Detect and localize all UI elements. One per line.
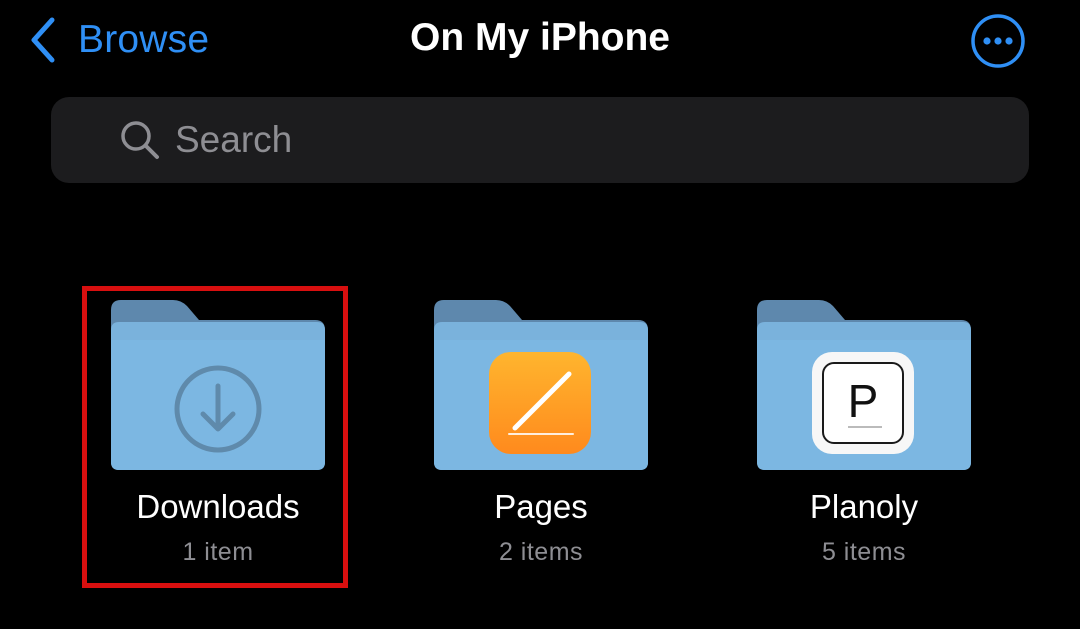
search-input[interactable]: [175, 119, 995, 161]
folder-name: Planoly: [809, 488, 919, 525]
folder-name: Pages: [494, 488, 588, 525]
more-options-button[interactable]: [970, 13, 1026, 69]
search-field[interactable]: [51, 97, 1029, 183]
folder-item-count: 5 items: [821, 538, 907, 566]
navigation-bar: Browse On My iPhone: [0, 0, 1080, 82]
ellipsis-circle-icon: [971, 14, 1025, 68]
folder-name: Downloads: [136, 488, 300, 525]
search-icon: [121, 121, 159, 159]
folder-downloads[interactable]: Downloads 1 item: [111, 300, 325, 570]
folder-item-count: 2 items: [498, 538, 584, 566]
planoly-logo: P: [822, 362, 904, 444]
folder-item-count: 1 item: [182, 538, 254, 566]
folder-pages[interactable]: Pages 2 items: [434, 300, 648, 570]
planoly-app-icon: P: [812, 352, 914, 454]
folder-planoly[interactable]: P Planoly 5 items: [757, 300, 971, 570]
download-circle-icon: [174, 365, 262, 453]
page-title: On My iPhone: [409, 16, 670, 59]
pages-app-icon: [489, 352, 591, 454]
pencil-icon: [508, 371, 574, 435]
